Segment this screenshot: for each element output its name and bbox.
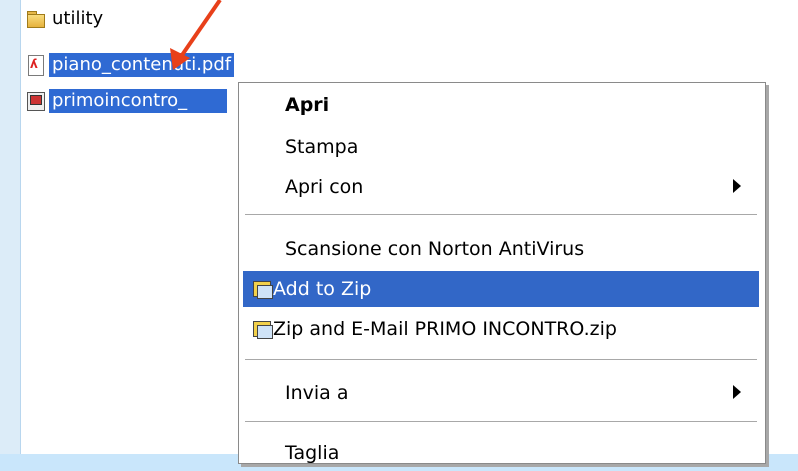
submenu-arrow-icon xyxy=(733,179,741,193)
pdf-icon: ʎ xyxy=(26,55,46,76)
menu-separator xyxy=(245,214,757,216)
file-name: primoincontro_ xyxy=(49,89,227,113)
submenu-arrow-icon xyxy=(733,385,741,399)
context-menu: Apri Stampa Apri con Scansione con Norto… xyxy=(238,82,766,464)
left-pane-strip xyxy=(0,0,20,454)
file-name: utility xyxy=(52,8,104,29)
menu-item-zip-email[interactable]: Zip and E-Mail PRIMO INCONTRO.zip xyxy=(243,311,759,347)
zip-icon xyxy=(243,278,283,300)
file-item-utility[interactable]: utility xyxy=(26,6,106,32)
folder-icon xyxy=(26,9,46,29)
menu-item-norton-scan[interactable]: Scansione con Norton AntiVirus xyxy=(243,231,759,267)
file-item-pdf[interactable]: ʎ piano_contenuti.pdf xyxy=(26,52,235,78)
menu-item-invia-a[interactable]: Invia a xyxy=(243,375,759,411)
menu-item-stampa[interactable]: Stampa xyxy=(243,129,759,165)
presentation-icon xyxy=(26,91,46,111)
zip-mail-icon xyxy=(243,318,283,340)
menu-separator xyxy=(245,359,757,361)
menu-item-apri-con[interactable]: Apri con xyxy=(243,169,759,205)
file-name: piano_contenuti.pdf xyxy=(49,53,235,77)
menu-separator xyxy=(245,421,757,423)
file-item-presentation[interactable]: primoincontro_ xyxy=(26,88,227,114)
menu-item-add-to-zip[interactable]: Add to Zip xyxy=(243,271,759,307)
menu-item-taglia[interactable]: Taglia xyxy=(243,435,759,471)
menu-item-apri[interactable]: Apri xyxy=(243,87,759,123)
